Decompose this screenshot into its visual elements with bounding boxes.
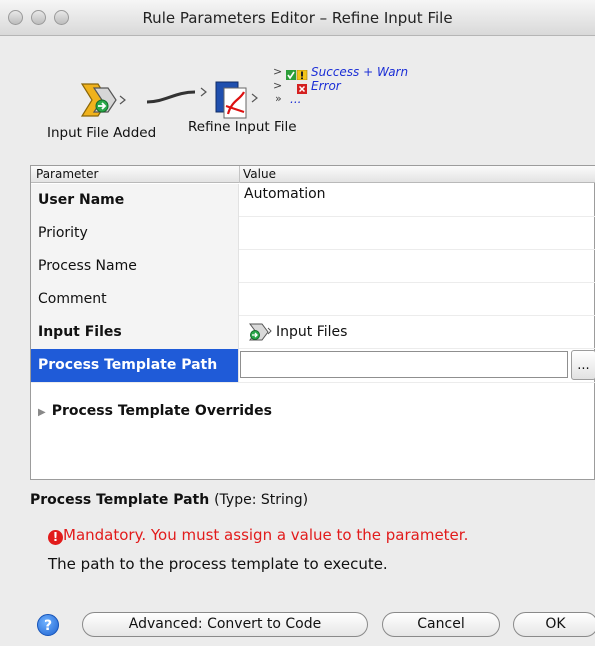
parameter-value[interactable] [240,217,595,250]
refine-input-file-icon[interactable] [214,80,264,122]
error-text: Mandatory. You must assign a value to th… [63,526,469,544]
info-title: Process Template Path (Type: String) [30,492,308,508]
value-text: Automation [244,186,326,202]
cancel-button[interactable]: Cancel [382,612,500,637]
parameter-value[interactable]: Automation [240,184,595,217]
advanced-convert-to-code-button[interactable]: Advanced: Convert to Code [82,612,368,637]
parameter-value: ... [240,349,595,382]
parameter-name: Process Name [31,250,239,283]
input-file-added-icon[interactable] [80,82,130,118]
table-row[interactable]: Comment [31,283,595,316]
parameter-name: Process Template Path [31,349,239,382]
parameter-value[interactable] [240,250,595,283]
parameter-name: User Name [31,184,239,217]
help-button[interactable]: ? [37,614,59,636]
parameter-description: The path to the process template to exec… [48,555,388,573]
column-header-parameter[interactable]: Parameter [36,167,98,181]
browse-button[interactable]: ... [571,350,595,380]
parameter-value[interactable] [240,283,595,316]
group-label: Process Template Overrides [51,403,272,419]
table-header: Parameter Value [31,166,595,183]
output-success-warn-link[interactable]: Success + Warn [311,65,408,79]
process-template-path-input[interactable] [240,351,568,378]
connector-line [146,87,207,104]
error-message: ! Mandatory. You must assign a value to t… [48,526,468,545]
parameter-name: Input Files [31,316,239,349]
ok-button[interactable]: OK [513,612,595,637]
table-row-selected[interactable]: Process Template Path ... [31,349,595,383]
output-more-link[interactable]: ... [290,92,301,106]
output-chevron-icon: > [273,65,283,78]
target-node-label: Refine Input File [188,119,297,135]
table-row[interactable]: Priority [31,217,595,250]
output-chevron-icon: > [273,79,283,92]
parameter-name: Priority [31,217,239,250]
info-param-type: (Type: String) [214,492,309,508]
group-row-process-template-overrides[interactable]: ▶ Process Template Overrides [31,396,595,426]
input-files-icon [249,323,272,341]
table-row[interactable]: Input Files Input Files [31,316,595,349]
more-outputs-icon: » [275,92,282,105]
value-text: Input Files [276,324,348,340]
info-param-name: Process Template Path [30,492,210,508]
table-row[interactable]: Process Name [31,250,595,283]
source-node-label: Input File Added [47,125,157,141]
parameter-value[interactable]: Input Files [240,316,595,349]
column-header-value[interactable]: Value [243,167,276,181]
parameter-name: Comment [31,283,239,316]
error-alert-icon: ! [48,530,63,545]
window-title: Rule Parameters Editor – Refine Input Fi… [142,9,453,27]
title-bar: Rule Parameters Editor – Refine Input Fi… [0,0,595,36]
output-error-link[interactable]: Error [311,79,341,93]
disclosure-triangle-icon[interactable]: ▶ [38,407,46,418]
parameters-table: Parameter Value User Name Automation Pri… [30,165,595,480]
table-row[interactable]: User Name Automation [31,184,595,217]
